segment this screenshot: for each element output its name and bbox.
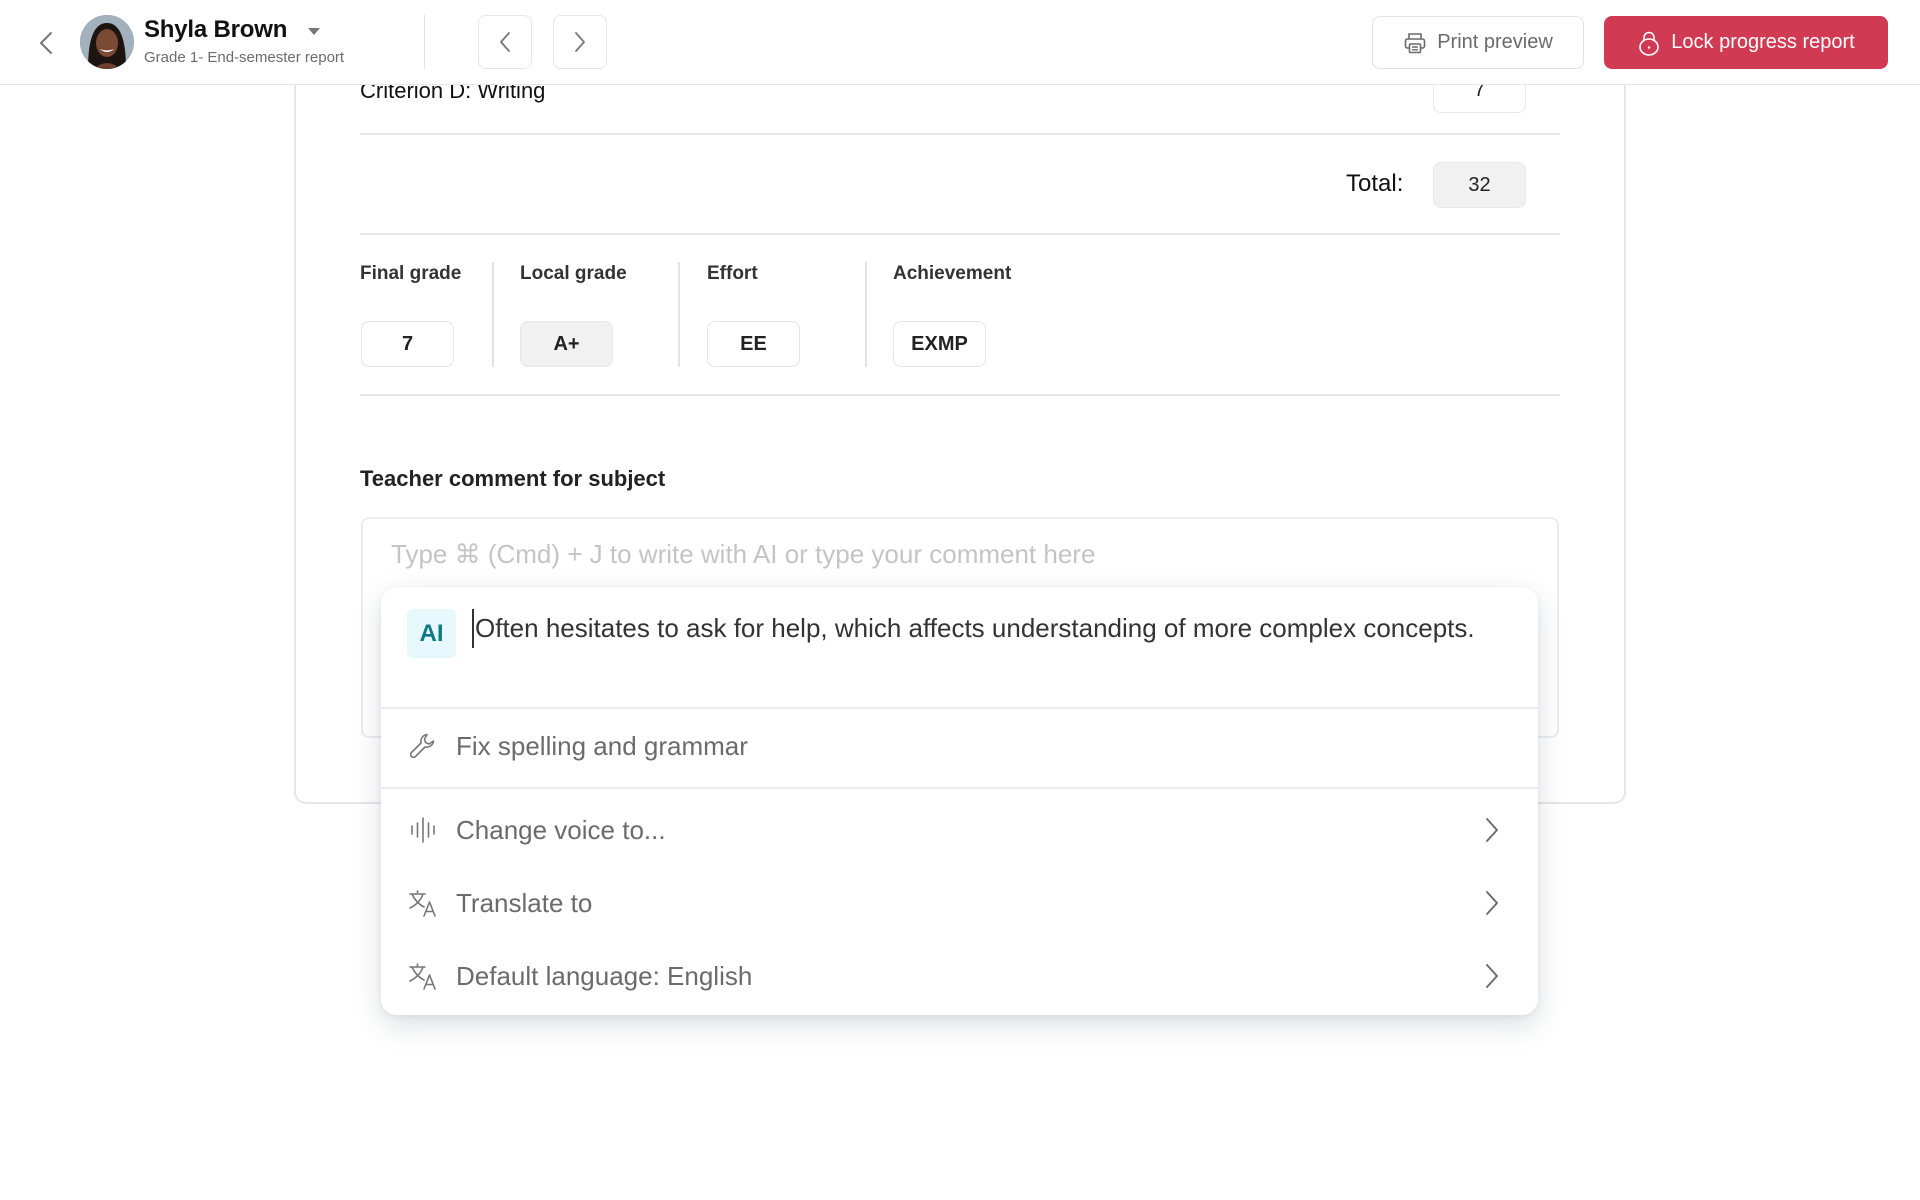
local-grade-field: A+ xyxy=(520,321,613,367)
caret-down-icon xyxy=(307,27,321,36)
teacher-comment-title: Teacher comment for subject xyxy=(360,466,665,492)
student-name[interactable]: Shyla Brown xyxy=(144,16,287,44)
menu-item-label: Translate to xyxy=(456,888,592,919)
chevron-right-icon xyxy=(1482,889,1502,917)
total-label: Total: xyxy=(1346,170,1403,198)
local-grade-label: Local grade xyxy=(520,263,627,285)
menu-item-fix-spelling[interactable]: Fix spelling and grammar xyxy=(381,714,1538,778)
lock-progress-report-label: Lock progress report xyxy=(1671,31,1854,54)
student-photo xyxy=(80,15,134,69)
grade-column-divider xyxy=(492,262,494,367)
total-score-value: 32 xyxy=(1433,162,1526,208)
menu-item-label: Change voice to... xyxy=(456,815,666,846)
chevron-right-icon xyxy=(574,31,586,53)
report-subtitle: Grade 1- End-semester report xyxy=(144,49,344,66)
achievement-field[interactable]: EXMP xyxy=(893,321,986,367)
student-switcher-dropdown[interactable] xyxy=(305,24,323,38)
translate-icon xyxy=(407,960,439,992)
lock-progress-report-button[interactable]: Lock progress report xyxy=(1604,16,1888,69)
menu-item-change-voice[interactable]: Change voice to... xyxy=(381,798,1538,862)
menu-item-label: Default language: English xyxy=(456,961,752,992)
achievement-label: Achievement xyxy=(893,263,1011,285)
chevron-right-icon xyxy=(1482,816,1502,844)
menu-item-default-language[interactable]: Default language: English xyxy=(381,944,1538,1008)
effort-field[interactable]: EE xyxy=(707,321,800,367)
print-preview-label: Print preview xyxy=(1437,31,1553,54)
chevron-left-icon xyxy=(39,31,53,55)
menu-divider xyxy=(381,787,1538,789)
translate-icon xyxy=(407,887,439,919)
divider xyxy=(360,394,1560,396)
ai-writing-menu: AI Often hesitates to ask for help, whic… xyxy=(381,587,1538,1015)
back-button[interactable] xyxy=(32,26,60,60)
voice-waveform-icon xyxy=(407,814,439,846)
ai-badge: AI xyxy=(407,609,456,658)
ai-suggestion[interactable]: AI Often hesitates to ask for help, whic… xyxy=(381,587,1538,709)
avatar xyxy=(80,15,134,69)
chevron-right-icon xyxy=(1482,962,1502,990)
printer-icon xyxy=(1403,31,1427,55)
wrench-icon xyxy=(407,730,439,762)
grade-column-divider xyxy=(678,262,680,367)
divider xyxy=(360,233,1560,235)
divider xyxy=(360,133,1560,135)
print-preview-button[interactable]: Print preview xyxy=(1372,16,1584,69)
top-bar: Shyla Brown Grade 1- End-semester report… xyxy=(0,0,1920,85)
menu-item-label: Fix spelling and grammar xyxy=(456,731,748,762)
lock-icon xyxy=(1637,30,1661,56)
final-grade-field[interactable]: 7 xyxy=(361,321,454,367)
previous-student-button[interactable] xyxy=(478,15,532,69)
grade-column-divider xyxy=(865,262,867,367)
final-grade-label: Final grade xyxy=(360,263,461,285)
menu-item-translate-to[interactable]: Translate to xyxy=(381,871,1538,935)
header-divider xyxy=(424,15,425,69)
next-student-button[interactable] xyxy=(553,15,607,69)
effort-label: Effort xyxy=(707,263,758,285)
menu-divider xyxy=(381,707,1538,709)
teacher-comment-input[interactable] xyxy=(391,539,1521,570)
ai-suggestion-text[interactable]: Often hesitates to ask for help, which a… xyxy=(472,609,1492,648)
chevron-left-icon xyxy=(499,31,511,53)
